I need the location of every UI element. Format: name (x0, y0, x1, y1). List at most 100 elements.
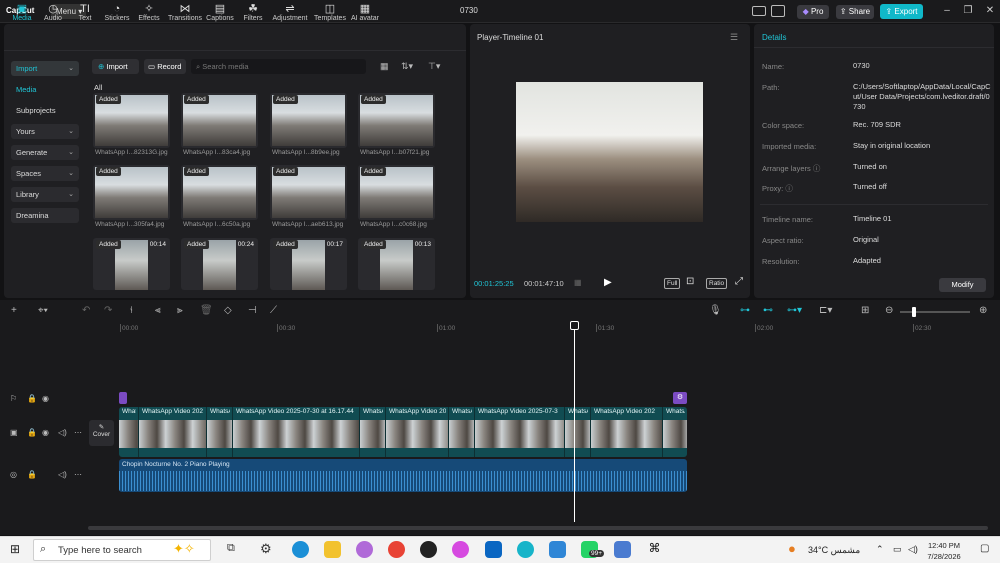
zoom-in-icon[interactable]: ⊕ (979, 305, 987, 316)
shield-icon[interactable]: ◇ (224, 305, 232, 316)
lock-icon[interactable]: 🔒 (27, 470, 37, 479)
fullscreen-icon[interactable]: ⤢ (735, 276, 743, 287)
tab-templates[interactable]: ◫ Templates (312, 3, 348, 22)
sidebar-item-dreamina[interactable]: Dreamina (11, 208, 79, 223)
zoom-slider-knob[interactable] (912, 307, 916, 317)
ratio-button[interactable]: Ratio (706, 278, 728, 289)
pro-button[interactable]: ◆ Pro (797, 5, 829, 19)
tab-audio[interactable]: ◷ Audio (38, 3, 68, 22)
chrome-icon[interactable] (388, 541, 405, 558)
record-button[interactable]: ▭ Record (144, 59, 186, 74)
horizontal-scrollbar[interactable] (88, 526, 988, 530)
shortcut-icon[interactable] (771, 5, 785, 17)
photo-viewer-icon[interactable] (549, 541, 566, 558)
notepad-icon[interactable] (614, 541, 631, 558)
media-item[interactable]: Added (358, 165, 435, 220)
video-clip[interactable]: WhatsApp Video 2025-07-3 (475, 407, 565, 457)
linkedin-icon[interactable] (485, 541, 502, 558)
video-track[interactable]: WhatsApp Video 202 WhatsApp Video 202 Wh… (119, 407, 687, 457)
tab-media[interactable]: ▣ Media (7, 3, 37, 22)
speaker-icon[interactable]: ◁) (58, 470, 67, 479)
speaker-icon[interactable]: ◁) (58, 428, 67, 437)
windows-start-icon[interactable]: ⊞ (10, 542, 20, 556)
freeze-icon[interactable]: ⊣ (248, 305, 257, 316)
copilot-icon[interactable] (356, 541, 373, 558)
media-item[interactable]: Added 00:14 (93, 238, 170, 290)
media-item[interactable]: Added (270, 93, 347, 148)
capcut-icon[interactable]: ⌘ (646, 541, 663, 558)
video-clip[interactable]: WhatsA (663, 407, 687, 457)
video-clip[interactable]: WhatsA (565, 407, 591, 457)
caption-icon[interactable]: ⊞ (861, 305, 869, 316)
audio-clip[interactable]: Chopin Nocturne No. 2 Piano Playing (119, 459, 687, 492)
video-clip[interactable]: WhatsApp Video 2025-07-30 at 16.17.44 (233, 407, 360, 457)
media-item[interactable]: Added (270, 165, 347, 220)
tab-filters[interactable]: ☘ Filters (238, 3, 268, 22)
sidebar-item-subprojects[interactable]: Subprojects (11, 103, 79, 118)
media-item[interactable]: Added (93, 93, 170, 148)
magic-wand-icon[interactable]: ⟋ (270, 305, 277, 316)
tab-text[interactable]: TI Text (70, 3, 100, 22)
sidebar-item-spaces[interactable]: Spaces ⌄ (11, 166, 79, 181)
crop-icon[interactable]: ⊡ (686, 276, 694, 287)
zoom-out-icon[interactable]: ⊖ (885, 305, 893, 316)
video-clip[interactable]: WhatsApp Video 20 (386, 407, 449, 457)
split-right-icon[interactable]: ⫸ (177, 305, 183, 316)
photos-icon[interactable] (452, 541, 469, 558)
effect-clip[interactable] (119, 392, 127, 404)
playhead-handle[interactable] (570, 321, 579, 330)
eye-icon[interactable]: ◉ (42, 428, 49, 437)
play-icon[interactable]: ▶ (604, 277, 612, 288)
share-button[interactable]: ⇪ Share (836, 5, 874, 19)
lock-icon[interactable]: 🔒 (27, 394, 37, 403)
zoom-slider[interactable] (900, 311, 970, 313)
eye-icon[interactable]: ◉ (42, 394, 49, 403)
chatgpt-icon[interactable] (420, 541, 437, 558)
sparkles-icon[interactable]: ✦✧ (173, 541, 195, 557)
media-item[interactable]: Added 00:24 (181, 238, 258, 290)
magnet-icon[interactable]: ⊷ (763, 305, 773, 316)
menu-icon[interactable]: ☰ (730, 32, 738, 43)
playhead[interactable] (574, 322, 575, 522)
tab-ai-avatar[interactable]: ▦ AI avatar (349, 3, 381, 22)
add-track-icon[interactable]: + (11, 305, 17, 316)
filter-icon[interactable]: ⊤▾ (428, 61, 440, 72)
grid-icon[interactable]: ▦ (574, 278, 582, 287)
undo-icon[interactable]: ↶ (82, 305, 90, 316)
video-preview[interactable] (516, 82, 703, 222)
media-item[interactable]: Added 00:17 (270, 238, 347, 290)
clock[interactable]: 12:40 PM 7/28/2026 (924, 540, 964, 562)
gear-icon[interactable]: ⚙ (673, 392, 687, 404)
file-explorer-icon[interactable] (324, 541, 341, 558)
canva-icon[interactable] (517, 541, 534, 558)
close-icon[interactable]: ✕ (983, 4, 997, 18)
import-button[interactable]: ⊕ Import (92, 59, 139, 74)
redo-icon[interactable]: ↷ (104, 305, 112, 316)
split-icon[interactable]: ⫮ (130, 305, 133, 316)
layout-icon[interactable] (752, 6, 766, 16)
volume-icon[interactable]: ◁) (908, 544, 918, 555)
more-icon[interactable]: ⋯ (74, 470, 82, 479)
grid-view-icon[interactable]: ▦ (380, 61, 389, 72)
video-clip[interactable]: WhatsApp Video 202 (139, 407, 207, 457)
video-clip[interactable]: WhatsA (207, 407, 233, 457)
chevron-up-icon[interactable]: ⌃ (876, 544, 884, 555)
sidebar-item-media[interactable]: Media (11, 82, 79, 97)
preview-axis-icon[interactable]: ⊏▾ (819, 305, 832, 316)
settings-gear-icon[interactable]: ⚙ (260, 541, 277, 558)
split-left-icon[interactable]: ⫷ (155, 305, 161, 316)
maximize-icon[interactable]: ❐ (961, 4, 975, 18)
video-clip[interactable]: WhatsApp Video 202 (591, 407, 663, 457)
sidebar-item-library[interactable]: Library ⌄ (11, 187, 79, 202)
tab-captions[interactable]: ▤ Captions (205, 3, 235, 22)
microphone-icon[interactable]: 🎙 (709, 305, 722, 316)
sidebar-item-yours[interactable]: Yours ⌄ (11, 124, 79, 139)
select-tool-icon[interactable]: ⌖▾ (38, 305, 48, 316)
tab-stickers[interactable]: ◔ Stickers (102, 3, 132, 22)
delete-icon[interactable]: 🗑 (200, 305, 213, 316)
lock-icon[interactable]: 🔒 (27, 428, 37, 437)
link-icon[interactable]: ⊶ (740, 305, 750, 316)
tab-effects[interactable]: ✧ Effects (134, 3, 164, 22)
video-clip[interactable]: WhatsA (360, 407, 386, 457)
video-clip[interactable]: WhatsApp Video 202 (119, 407, 139, 457)
